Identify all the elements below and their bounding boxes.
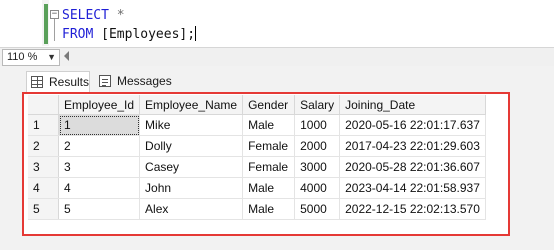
table-cell[interactable]: 2020-05-28 22:01:36.607 <box>339 156 486 178</box>
table-cell[interactable]: 2022-12-15 22:02:13.570 <box>339 198 486 220</box>
fold-guide <box>54 19 55 41</box>
table-row[interactable]: 4 4 John Male 4000 2023-04-14 22:01:58.9… <box>28 177 486 199</box>
header-row: Employee_Id Employee_Name Gender Salary … <box>28 95 486 115</box>
column-header[interactable]: Salary <box>294 95 341 115</box>
table-cell[interactable]: 1000 <box>294 114 341 136</box>
table-cell[interactable]: 4 <box>58 177 141 199</box>
row-number[interactable]: 3 <box>28 156 59 178</box>
code-line-2[interactable]: FROM [Employees]; <box>62 26 197 43</box>
row-number-header[interactable] <box>28 95 59 115</box>
table-cell[interactable]: 2017-04-23 22:01:29.603 <box>339 135 486 157</box>
table-cell[interactable]: Alex <box>139 198 244 220</box>
column-header[interactable]: Gender <box>242 95 296 115</box>
code-line-1[interactable]: SELECT * <box>62 8 125 24</box>
scroll-left-icon[interactable] <box>64 51 69 61</box>
table-cell[interactable]: 2 <box>58 135 141 157</box>
collapse-icon[interactable]: − <box>50 10 59 19</box>
query-editor[interactable]: − SELECT * FROM [Employees]; <box>0 0 554 46</box>
table-row[interactable]: 2 2 Dolly Female 2000 2017-04-23 22:01:2… <box>28 135 486 157</box>
column-header[interactable]: Employee_Name <box>139 95 244 115</box>
table-cell[interactable]: Female <box>242 156 296 178</box>
table-cell[interactable]: 5000 <box>294 198 341 220</box>
tab-results[interactable]: Results <box>26 71 90 92</box>
table-cell[interactable]: 3 <box>58 156 141 178</box>
sql-keyword: FROM <box>62 27 94 42</box>
table-cell[interactable]: 1 <box>58 114 141 136</box>
row-number[interactable]: 5 <box>28 198 59 220</box>
results-grid: Employee_Id Employee_Name Gender Salary … <box>22 92 510 236</box>
zoom-value: 110 % <box>7 51 38 63</box>
sql-keyword: SELECT <box>62 8 109 23</box>
table-cell[interactable]: Female <box>242 135 296 157</box>
table-cell[interactable]: John <box>139 177 244 199</box>
table-cell[interactable]: 2020-05-16 22:01:17.637 <box>339 114 486 136</box>
table-row[interactable]: 1 1 Mike Male 1000 2020-05-16 22:01:17.6… <box>28 114 486 136</box>
zoom-dropdown[interactable]: 110 % ▼ <box>2 49 60 66</box>
sql-text: * <box>108 8 125 23</box>
sql-text: [Employees]; <box>93 27 196 42</box>
table-cell[interactable]: Male <box>242 177 296 199</box>
line-number-gutter <box>0 0 42 46</box>
table-cell[interactable]: 5 <box>58 198 141 220</box>
change-tracking-margin <box>42 0 49 46</box>
row-number[interactable]: 1 <box>28 114 59 136</box>
editor-status-strip: 110 % ▼ <box>0 47 554 66</box>
table-cell[interactable]: Male <box>242 198 296 220</box>
table-cell[interactable]: Dolly <box>139 135 244 157</box>
table-cell[interactable]: Male <box>242 114 296 136</box>
row-number[interactable]: 4 <box>28 177 59 199</box>
tab-messages[interactable]: Messages <box>95 71 175 91</box>
table-cell[interactable]: Casey <box>139 156 244 178</box>
table-cell[interactable]: 4000 <box>294 177 341 199</box>
grid-icon <box>31 76 43 88</box>
table-row[interactable]: 3 3 Casey Female 3000 2020-05-28 22:01:3… <box>28 156 486 178</box>
table-row[interactable]: 5 5 Alex Male 5000 2022-12-15 22:02:13.5… <box>28 198 486 220</box>
table-cell[interactable]: 3000 <box>294 156 341 178</box>
change-bar <box>44 4 48 44</box>
column-header[interactable]: Joining_Date <box>339 95 486 115</box>
table-cell[interactable]: 2000 <box>294 135 341 157</box>
tab-label: Messages <box>117 74 172 88</box>
tab-label: Results <box>49 75 90 89</box>
messages-icon <box>99 75 111 87</box>
chevron-down-icon: ▼ <box>47 52 56 62</box>
text-caret <box>195 26 197 41</box>
table-cell[interactable]: 2023-04-14 22:01:58.937 <box>339 177 486 199</box>
column-header[interactable]: Employee_Id <box>58 95 141 115</box>
table-cell[interactable]: Mike <box>139 114 244 136</box>
results-table: Employee_Id Employee_Name Gender Salary … <box>28 95 486 220</box>
row-number[interactable]: 2 <box>28 135 59 157</box>
